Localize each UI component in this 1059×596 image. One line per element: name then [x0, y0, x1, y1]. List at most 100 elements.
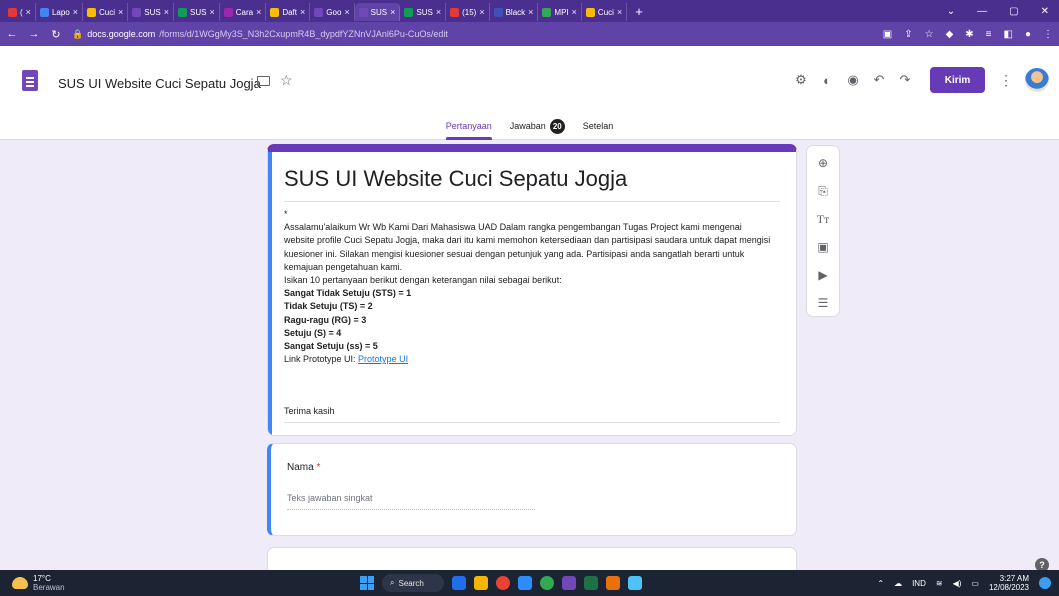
chrome-icon[interactable] — [496, 576, 510, 590]
chevron-up-icon[interactable]: ⌃ — [877, 579, 884, 588]
palette-icon[interactable]: ◐ — [814, 73, 840, 88]
tab-close-icon[interactable]: × — [617, 7, 622, 17]
whatsapp-icon[interactable] — [540, 576, 554, 590]
tab-close-icon[interactable]: × — [118, 7, 123, 17]
more-options-icon[interactable]: ⋮ — [991, 72, 1021, 89]
extensions-puzzle-icon[interactable]: ✱ — [965, 29, 973, 40]
weather-widget[interactable]: 17°C Berawan — [0, 574, 360, 592]
add-section-icon[interactable]: ☰ — [811, 292, 835, 314]
url-path: /forms/d/1WGgMy3S_N3h2CxupmR4B_dypdfYZNn… — [159, 29, 448, 39]
scale-item: Sangat Setuju (ss) = 5 — [284, 341, 378, 352]
translate-icon[interactable]: ▣ — [883, 29, 892, 40]
tab-close-icon[interactable]: × — [300, 7, 305, 17]
tab-close-icon[interactable]: × — [209, 7, 214, 17]
browser-tab[interactable]: Cuci × — [83, 3, 129, 21]
browser-tab[interactable]: Goo × — [310, 3, 355, 21]
tab-settings[interactable]: Setelan — [583, 112, 614, 140]
file-explorer-icon[interactable] — [474, 576, 488, 590]
app-icon[interactable] — [562, 576, 576, 590]
forward-icon[interactable]: → — [28, 28, 40, 40]
battery-icon[interactable]: ▭ — [971, 579, 979, 588]
close-icon[interactable]: ✕ — [1041, 6, 1049, 17]
tab-close-icon[interactable]: × — [436, 7, 441, 17]
tab-close-icon[interactable]: × — [479, 7, 484, 17]
add-question-icon[interactable]: ⊕ — [811, 152, 835, 174]
tab-favicon-icon — [493, 7, 503, 17]
cloud-icon[interactable]: ☁ — [894, 579, 902, 588]
tab-search-icon[interactable]: ⌄ — [947, 6, 955, 17]
browser-tab[interactable]: SUS × — [128, 3, 174, 21]
document-title[interactable]: SUS UI Website Cuci Sepatu Jogja — [58, 76, 261, 91]
wifi-icon[interactable]: ≋ — [936, 579, 943, 588]
tab-close-icon[interactable]: × — [164, 7, 169, 17]
extension-icon[interactable]: ◆ — [946, 29, 954, 40]
windows-start-icon[interactable] — [360, 576, 374, 590]
help-icon[interactable]: ? — [1035, 558, 1049, 570]
restore-icon[interactable]: ▢ — [1009, 6, 1018, 17]
browser-tab[interactable]: Cuci × — [582, 3, 628, 21]
prototype-link[interactable]: Prototype UI — [358, 354, 408, 364]
tab-close-icon[interactable]: × — [390, 7, 395, 17]
browser-tab[interactable]: SUS × — [174, 3, 220, 21]
short-answer-field[interactable]: Teks jawaban singkat — [287, 493, 535, 510]
tab-close-icon[interactable]: × — [73, 7, 78, 17]
tab-close-icon[interactable]: × — [528, 7, 533, 17]
url-field[interactable]: 🔒 docs.google.com/forms/d/1WGgMy3S_N3h2C… — [72, 29, 448, 40]
form-title[interactable]: SUS UI Website Cuci Sepatu Jogja — [284, 166, 627, 192]
app-icon[interactable] — [518, 576, 532, 590]
tab-label: Daft — [282, 7, 297, 17]
question-card-next[interactable] — [267, 547, 797, 570]
tab-questions[interactable]: Pertanyaan — [445, 112, 492, 140]
back-icon[interactable]: ← — [6, 28, 18, 40]
browser-tab[interactable]: (15) × — [446, 3, 490, 21]
clock[interactable]: 3:27 AM 12/08/2023 — [989, 574, 1029, 592]
avatar[interactable] — [1025, 68, 1049, 92]
excel-icon[interactable] — [584, 576, 598, 590]
reload-icon[interactable]: ↻ — [50, 28, 62, 41]
browser-tab[interactable]: MPI × — [538, 3, 582, 21]
add-video-icon[interactable]: ▶ — [811, 264, 835, 286]
tab-close-icon[interactable]: × — [572, 7, 577, 17]
language-indicator[interactable]: IND — [912, 579, 926, 588]
add-image-icon[interactable]: ▣ — [811, 236, 835, 258]
browser-tab[interactable]: SUS × — [354, 3, 401, 21]
task-view-icon[interactable] — [452, 576, 466, 590]
google-forms-icon[interactable] — [22, 70, 38, 91]
browser-tab[interactable]: Lapo × — [36, 3, 83, 21]
browser-tab[interactable]: (× — [4, 3, 36, 21]
side-panel-icon[interactable]: ◧ — [1004, 29, 1013, 40]
minimize-icon[interactable]: — — [977, 6, 987, 17]
notification-icon[interactable] — [1039, 577, 1051, 589]
move-folder-icon[interactable] — [257, 76, 270, 86]
share-icon[interactable]: ⇪ — [904, 29, 912, 40]
redo-icon[interactable]: ↷ — [892, 72, 918, 88]
add-title-icon[interactable]: Tт — [811, 208, 835, 230]
send-button[interactable]: Kirim — [930, 67, 985, 93]
preview-eye-icon[interactable]: ◉ — [840, 72, 866, 88]
add-ons-icon[interactable]: ⚙ — [788, 72, 814, 88]
profile-icon[interactable]: ● — [1025, 29, 1031, 40]
tab-close-icon[interactable]: × — [26, 7, 31, 17]
tab-close-icon[interactable]: × — [256, 7, 261, 17]
form-title-card[interactable]: SUS UI Website Cuci Sepatu Jogja * Assal… — [267, 144, 797, 436]
taskbar-search[interactable]: ⌕ Search — [382, 574, 444, 592]
new-tab-button[interactable]: + — [627, 4, 651, 19]
tab-close-icon[interactable]: × — [344, 7, 349, 17]
photos-icon[interactable] — [628, 576, 642, 590]
browser-tab[interactable]: Daft × — [266, 3, 311, 21]
form-description[interactable]: * Assalamu'alaikum Wr Wb Kami Dari Mahas… — [284, 208, 774, 366]
browser-tab[interactable]: Black × — [490, 3, 539, 21]
star-icon[interactable]: ☆ — [280, 72, 293, 89]
volume-icon[interactable]: ◀) — [953, 579, 962, 588]
tab-responses[interactable]: Jawaban 20 — [510, 112, 565, 140]
browser-menu-icon[interactable]: ⋮ — [1043, 29, 1053, 40]
question-card-name[interactable]: Nama * Teks jawaban singkat — [267, 443, 797, 536]
app-icon[interactable] — [606, 576, 620, 590]
import-questions-icon[interactable]: ⎘ — [811, 180, 835, 202]
browser-tab[interactable]: SUS × — [400, 3, 447, 21]
tab-favicon-icon — [8, 7, 17, 17]
undo-icon[interactable]: ↶ — [866, 72, 892, 88]
bookmark-star-icon[interactable]: ☆ — [925, 29, 934, 40]
reading-list-icon[interactable]: ≡ — [986, 29, 992, 40]
browser-tab[interactable]: Cara × — [220, 3, 267, 21]
